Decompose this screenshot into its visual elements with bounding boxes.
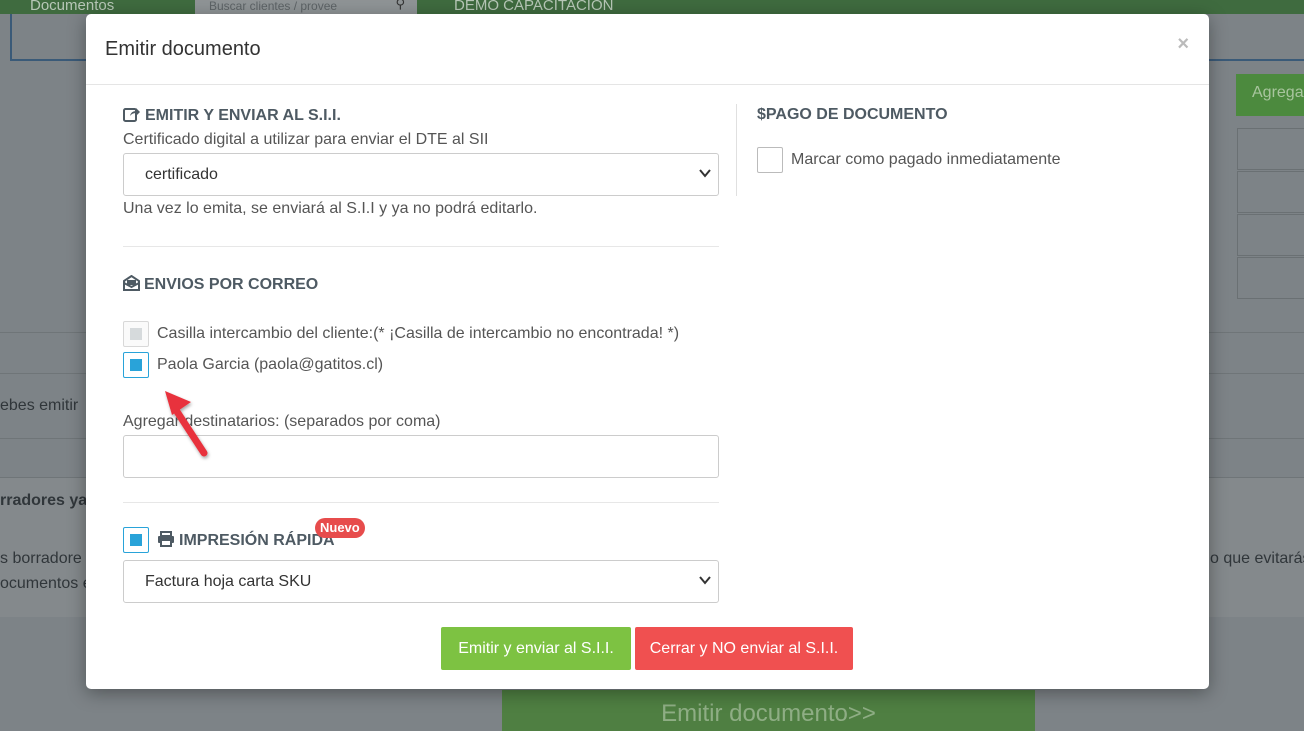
sii-section-label: EMITIR Y ENVIAR AL S.I.I. bbox=[145, 107, 341, 124]
share-icon bbox=[123, 106, 141, 127]
background-text: ebes emitir bbox=[0, 397, 79, 414]
section-divider bbox=[123, 246, 719, 247]
exchange-mailbox-label: Casilla intercambio del cliente:(* ¡Casi… bbox=[157, 325, 680, 342]
certificate-select-value: certificado bbox=[145, 166, 218, 183]
contact-email-label: Paola Garcia (paola@gatitos.cl) bbox=[157, 356, 384, 373]
sii-section-title: EMITIR Y ENVIAR AL S.I.I. bbox=[123, 106, 341, 127]
column-divider bbox=[736, 104, 737, 196]
envelope-icon bbox=[123, 274, 140, 296]
cert-label: Certificado digital a utilizar para envi… bbox=[123, 131, 489, 148]
background-text: ocumentos e bbox=[0, 575, 92, 592]
email-section-label: ENVIOS POR CORREO bbox=[144, 276, 319, 293]
background-panel-border bbox=[10, 14, 90, 61]
emit-document-modal: Emitir documento × EMITIR Y ENVIAR AL S.… bbox=[86, 14, 1209, 689]
chevron-down-icon bbox=[699, 169, 711, 178]
printer-icon bbox=[157, 531, 175, 552]
background-text: o que evitarás bbox=[1210, 550, 1304, 567]
certificate-select[interactable]: certificado bbox=[123, 153, 719, 196]
modal-title: Emitir documento bbox=[105, 38, 261, 60]
emit-note: Una vez lo emita, se enviará al S.I.I y … bbox=[123, 200, 538, 217]
chevron-down-icon bbox=[699, 576, 711, 585]
mark-paid-checkbox[interactable] bbox=[757, 147, 783, 173]
modal-header: Emitir documento × bbox=[86, 14, 1209, 85]
background-text: s borradore bbox=[0, 550, 82, 567]
annotation-arrow-icon bbox=[165, 391, 208, 457]
background-add-button: Agrega bbox=[1236, 74, 1304, 116]
section-divider bbox=[123, 502, 719, 503]
close-no-send-button[interactable]: Cerrar y NO enviar al S.I.I. bbox=[635, 627, 853, 670]
background-grid-cell bbox=[1237, 171, 1304, 213]
background-search-placeholder: Buscar clientes / provee bbox=[209, 0, 338, 13]
close-button[interactable]: × bbox=[1177, 33, 1189, 56]
background-grid-cell bbox=[1237, 257, 1304, 299]
background-text: rradores ya bbox=[0, 492, 88, 509]
new-badge: Nuevo bbox=[315, 518, 365, 538]
print-format-select-value: Factura hoja carta SKU bbox=[145, 573, 312, 590]
background-company-name: DEMO CAPACITACION bbox=[454, 0, 614, 14]
exchange-mailbox-checkbox[interactable] bbox=[123, 321, 149, 347]
quick-print-checkbox[interactable] bbox=[123, 527, 149, 553]
background-emit-button: Emitir documento>> bbox=[502, 690, 1035, 731]
email-section-title: ENVIOS POR CORREO bbox=[123, 274, 319, 296]
payment-section-title: $PAGO DE DOCUMENTO bbox=[757, 106, 948, 123]
quick-print-title: IMPRESIÓN RÁPIDA bbox=[157, 531, 335, 552]
background-search-input: Buscar clientes / provee ⚲ bbox=[195, 0, 417, 14]
background-menu-documentos: Documentos bbox=[30, 0, 115, 14]
background-grid-cell bbox=[1237, 214, 1304, 256]
background-panel-border-right bbox=[1208, 14, 1304, 61]
mark-paid-label: Marcar como pagado inmediatamente bbox=[791, 151, 1061, 168]
emit-and-send-button[interactable]: Emitir y enviar al S.I.I. bbox=[441, 627, 631, 670]
background-grid-cell bbox=[1237, 128, 1304, 170]
quick-print-label: IMPRESIÓN RÁPIDA bbox=[179, 532, 335, 549]
search-icon: ⚲ bbox=[395, 0, 405, 11]
print-format-select[interactable]: Factura hoja carta SKU bbox=[123, 560, 719, 603]
contact-email-checkbox[interactable] bbox=[123, 352, 149, 378]
